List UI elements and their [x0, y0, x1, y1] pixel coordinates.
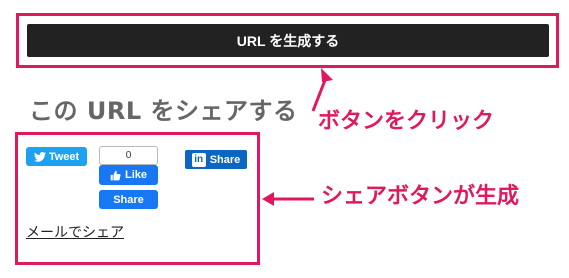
arrow-icon	[311, 68, 333, 112]
annotation-arrows	[262, 68, 333, 206]
arrow-icon	[262, 192, 314, 206]
